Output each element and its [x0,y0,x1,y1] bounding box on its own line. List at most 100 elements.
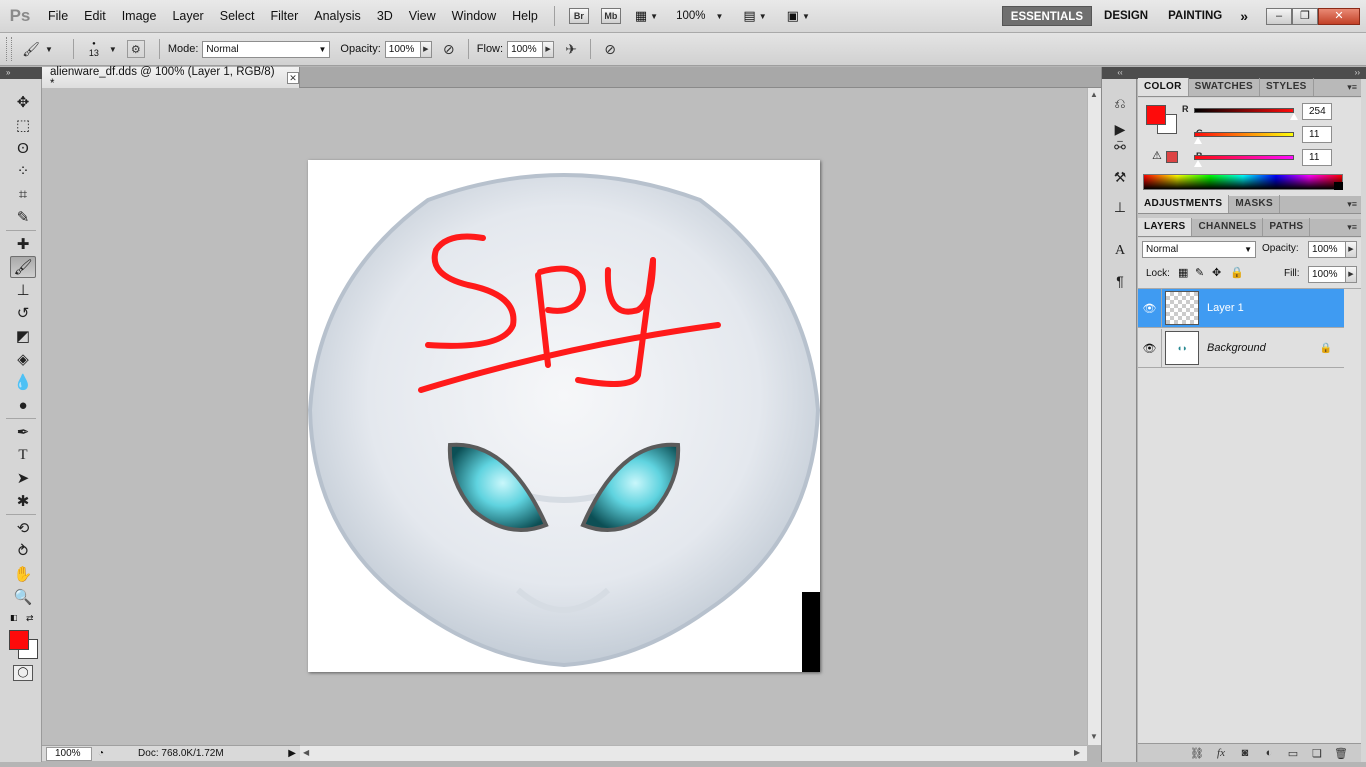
default-colors-icon[interactable]: ◧ [10,613,18,622]
screen-mode-dropdown[interactable]: ▣ ▼ [787,8,810,24]
3d-orbit-tool-icon[interactable]: ⥁ [10,540,36,562]
pen-tool-icon[interactable]: ✒ [10,421,36,443]
scroll-right-icon[interactable]: ▶ [1074,748,1080,757]
tab-paths[interactable]: PATHS [1263,218,1311,236]
lock-transparency-icon[interactable]: ▦ [1178,266,1188,279]
visibility-eye-icon[interactable]: 👁 [1138,288,1162,328]
eyedropper-tool-icon[interactable]: ✎ [10,206,36,228]
custom-shape-tool-icon[interactable]: ✱ [10,490,36,512]
new-group-icon[interactable]: ▭ [1281,747,1305,760]
type-tool-icon[interactable]: T [10,444,36,466]
lock-position-icon[interactable]: ✥ [1212,266,1221,279]
menu-analysis[interactable]: Analysis [306,0,369,33]
menu-view[interactable]: View [401,0,444,33]
quick-mask-icon[interactable]: ◯ [13,665,33,681]
horizontal-scrollbar[interactable]: ◀ ▶ [300,745,1087,761]
close-window-button[interactable]: ✕ [1318,7,1360,25]
tab-styles[interactable]: STYLES [1260,78,1314,96]
character-panel-icon[interactable]: A [1110,241,1130,261]
bridge-button[interactable]: Br [568,8,589,24]
path-selection-tool-icon[interactable]: ➤ [10,467,36,489]
chevron-down-icon[interactable]: ▼ [45,45,53,54]
history-panel-icon[interactable]: ⎌ [1110,93,1130,113]
menu-edit[interactable]: Edit [76,0,114,33]
add-mask-icon[interactable]: ◙ [1233,747,1257,759]
document-tab[interactable]: alienware_df.dds @ 100% (Layer 1, RGB/8)… [42,66,300,90]
menu-3d[interactable]: 3D [369,0,401,33]
workspace-design-button[interactable]: DESIGN [1096,6,1156,26]
color-panel-foreground-swatch[interactable] [1146,105,1166,125]
panel-menu-icon[interactable]: ▾≡ [1347,82,1357,93]
mini-bridge-button[interactable]: Mb [600,8,621,24]
layer-opacity-arrow[interactable]: ▶ [1346,241,1357,258]
chevron-down-icon[interactable]: ▼ [109,45,117,54]
layer-row-background[interactable]: 👁 ◖◗ Background 🔒 [1138,328,1344,368]
out-of-gamut-warning-icon[interactable]: ⚠ [1152,149,1162,162]
tab-channels[interactable]: CHANNELS [1192,218,1264,236]
move-tool-icon[interactable]: ✥ [10,91,36,113]
3d-rotate-tool-icon[interactable]: ⟲ [10,517,36,539]
crop-tool-icon[interactable]: ⌗ [10,183,36,205]
delete-layer-icon[interactable]: 🗑 [1329,747,1353,760]
brush-picker[interactable]: ● 13 [82,40,106,58]
fill-arrow[interactable]: ▶ [1346,266,1357,283]
blur-tool-icon[interactable]: 💧 [10,371,36,393]
r-value-input[interactable]: 254 [1302,103,1332,120]
brush-presets-panel-icon[interactable]: ⚯ [1110,137,1130,157]
scroll-left-icon[interactable]: ◀ [303,748,309,757]
scroll-up-icon[interactable]: ▲ [1090,90,1098,99]
opacity-slider-arrow[interactable]: ▶ [420,40,432,58]
panel-dock-grip[interactable]: ‹‹ [1102,67,1138,79]
view-extras-dropdown[interactable]: ▦ ▼ [635,8,658,24]
zoom-tool-icon[interactable]: 🔍 [10,586,36,608]
b-slider-track[interactable] [1194,155,1294,160]
hand-tool-icon[interactable]: ✋ [10,563,36,585]
g-slider-thumb[interactable] [1194,137,1203,144]
flow-input[interactable]: 100% [507,40,544,58]
tab-masks[interactable]: MASKS [1229,195,1280,213]
clone-stamp-tool-icon[interactable]: ⊥ [10,279,36,301]
quick-selection-tool-icon[interactable]: ⁘ [10,160,36,182]
tab-adjustments[interactable]: ADJUSTMENTS [1138,195,1230,213]
lock-pixels-icon[interactable]: ✎ [1195,266,1204,279]
history-brush-tool-icon[interactable]: ↺ [10,302,36,324]
menu-filter[interactable]: Filter [262,0,306,33]
tablet-opacity-pressure-icon[interactable]: ⊘ [438,38,460,60]
tools-panel-grip[interactable]: » [0,67,42,79]
zoom-dropdown[interactable]: 100% ▼ [676,10,723,22]
status-menu-arrow-icon[interactable]: ▶ [288,748,296,759]
g-slider-track[interactable] [1194,132,1294,137]
panel-menu-icon[interactable]: ▾≡ [1347,199,1357,210]
tool-presets-panel-icon[interactable]: ⚒ [1110,167,1130,187]
clone-source-panel-icon[interactable]: ⊥ [1110,197,1130,217]
restore-button[interactable]: ❐ [1292,7,1318,25]
status-info-icon[interactable]: ◔ [98,748,104,759]
minimize-button[interactable]: – [1266,7,1292,25]
gamut-color-chip[interactable] [1166,151,1178,163]
tab-layers[interactable]: LAYERS [1138,218,1193,236]
brush-panel-toggle-icon[interactable]: ⚙ [126,40,145,58]
tablet-size-pressure-icon[interactable]: ⊘ [599,38,621,60]
menu-image[interactable]: Image [114,0,165,33]
paragraph-panel-icon[interactable]: ¶ [1110,271,1130,291]
document-canvas[interactable] [308,160,820,672]
options-grip[interactable] [6,37,12,61]
eraser-tool-icon[interactable]: ◩ [10,325,36,347]
layer-style-icon[interactable]: fx [1209,747,1233,759]
opacity-input[interactable]: 100% [384,40,421,58]
vertical-scrollbar[interactable]: ▲ ▼ [1087,88,1101,745]
healing-brush-tool-icon[interactable]: ✚ [10,233,36,255]
brush-tool-preset-icon[interactable]: 🖌 [20,38,42,60]
visibility-eye-icon[interactable]: 👁 [1138,328,1162,368]
menu-select[interactable]: Select [212,0,263,33]
link-layers-icon[interactable]: ⛓ [1185,747,1209,760]
more-workspaces-button[interactable]: » [1232,6,1256,26]
close-document-icon[interactable]: ✕ [287,71,299,84]
scroll-down-icon[interactable]: ▼ [1090,732,1098,741]
lock-all-icon[interactable]: 🔒 [1230,266,1244,279]
mode-select[interactable]: Normal ▼ [202,40,331,58]
dodge-tool-icon[interactable]: ● [10,394,36,416]
swap-colors-icon[interactable]: ⇄ [26,613,34,624]
tab-color[interactable]: COLOR [1138,78,1189,96]
lasso-tool-icon[interactable]: ʘ [10,137,36,159]
